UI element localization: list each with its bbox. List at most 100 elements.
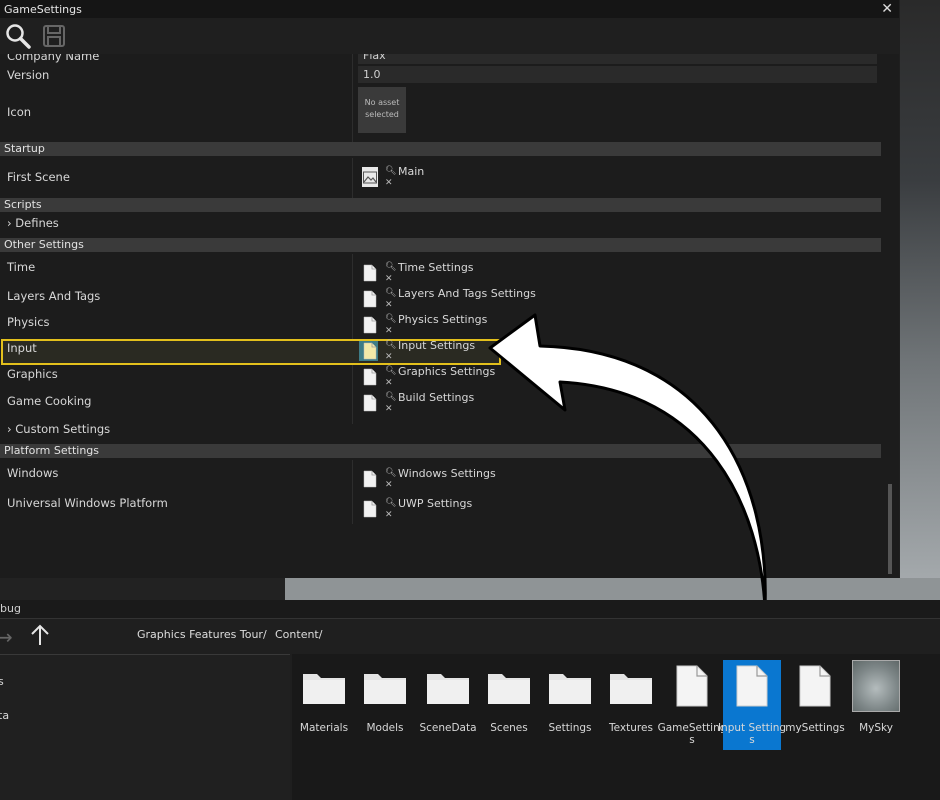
- item-name: Models: [366, 722, 404, 734]
- tree-item[interactable]: s: [0, 675, 4, 688]
- item-thumbnail: [300, 662, 348, 710]
- chevron-right-icon: ›: [7, 422, 12, 436]
- version-field[interactable]: 1.0: [358, 66, 877, 83]
- close-icon[interactable]: ✕: [881, 1, 893, 17]
- content-item-settings[interactable]: Settings: [541, 660, 599, 750]
- section-scripts[interactable]: Scripts: [0, 198, 881, 212]
- find-icon[interactable]: 🔍︎: [385, 263, 396, 272]
- item-name: Settings: [548, 722, 592, 734]
- tree-item[interactable]: ta: [0, 709, 9, 722]
- find-icon[interactable]: 🔍︎: [385, 315, 396, 324]
- setting-label-graphics: Graphics: [7, 367, 58, 381]
- folder-icon: [488, 674, 530, 704]
- chevron-right-icon: ›: [7, 216, 12, 230]
- clear-icon[interactable]: ✕: [385, 327, 393, 336]
- content-item-gamesettings[interactable]: GameSettings: [658, 660, 726, 750]
- version-label: Version: [7, 68, 50, 82]
- company-name-row: Company Name Flax: [0, 54, 880, 64]
- vertical-scrollbar[interactable]: [887, 54, 893, 578]
- viewport-strip: [0, 578, 285, 600]
- setting-label-game-cooking: Game Cooking: [7, 394, 92, 408]
- first-scene-row: First Scene: [0, 168, 880, 186]
- platform-value[interactable]: UWP Settings: [398, 497, 472, 510]
- item-name: Input Settings: [717, 722, 787, 746]
- company-name-field[interactable]: Flax: [358, 54, 877, 64]
- setting-label-input: Input: [7, 341, 37, 355]
- item-thumbnail: [424, 662, 472, 710]
- clear-icon[interactable]: ✕: [385, 353, 393, 362]
- file-icon: [363, 290, 377, 308]
- file-icon: [363, 264, 377, 282]
- column-separator: [352, 460, 353, 524]
- item-thumbnail: [361, 662, 409, 710]
- clear-icon[interactable]: ✕: [385, 405, 393, 414]
- item-thumbnail: [791, 662, 839, 710]
- file-icon: [363, 470, 377, 488]
- section-startup[interactable]: Startup: [0, 142, 881, 156]
- content-item-scenedata[interactable]: SceneData: [419, 660, 477, 750]
- clear-icon[interactable]: ✕: [385, 179, 393, 188]
- item-thumbnail: [485, 662, 533, 710]
- setting-label-time: Time: [7, 260, 36, 274]
- icon-asset-picker[interactable]: No asset selected: [358, 87, 406, 133]
- content-item-input-settings[interactable]: Input Settings: [718, 660, 786, 750]
- clear-icon[interactable]: ✕: [385, 301, 393, 310]
- content-item-mysky[interactable]: MySky: [847, 660, 905, 750]
- item-name: Materials: [299, 722, 349, 734]
- file-icon: [363, 316, 377, 334]
- find-icon[interactable]: 🔍︎: [385, 341, 396, 350]
- platform-label: Universal Windows Platform: [7, 496, 168, 510]
- version-row: Version 1.0: [0, 66, 880, 84]
- setting-label-physics: Physics: [7, 315, 50, 329]
- up-arrow-icon[interactable]: [30, 623, 50, 651]
- content-item-models[interactable]: Models: [356, 660, 414, 750]
- save-icon[interactable]: [40, 22, 68, 50]
- setting-value-time[interactable]: Time Settings: [398, 261, 474, 274]
- file-icon: [363, 394, 377, 412]
- find-icon[interactable]: 🔍︎: [385, 289, 396, 298]
- sky-thumbnail: [852, 660, 900, 712]
- first-scene-value[interactable]: Main: [398, 165, 424, 178]
- content-item-materials[interactable]: Materials: [295, 660, 353, 750]
- content-item-textures[interactable]: Textures: [602, 660, 660, 750]
- find-icon[interactable]: 🔍︎: [385, 469, 396, 478]
- clear-icon[interactable]: ✕: [385, 481, 393, 490]
- item-name: SceneData: [419, 722, 477, 734]
- search-icon[interactable]: [4, 22, 32, 50]
- content-item-mysettings[interactable]: mySettings: [785, 660, 845, 750]
- find-icon[interactable]: 🔍︎: [385, 367, 396, 376]
- setting-value-game-cooking[interactable]: Build Settings: [398, 391, 474, 404]
- scrollbar-thumb[interactable]: [888, 484, 892, 574]
- forward-arrow-icon[interactable]: →: [0, 625, 13, 649]
- scene-viewport: [900, 0, 940, 600]
- setting-value-input[interactable]: Input Settings: [398, 339, 475, 352]
- toolbar: [0, 18, 899, 54]
- clear-icon[interactable]: ✕: [385, 275, 393, 284]
- find-icon[interactable]: 🔍︎: [385, 393, 396, 402]
- no-asset-text: No asset selected: [364, 98, 400, 119]
- content-tree: s ta: [0, 654, 290, 800]
- content-item-scenes[interactable]: Scenes: [480, 660, 538, 750]
- debug-tab[interactable]: bug: [0, 602, 21, 615]
- platform-label: Windows: [7, 466, 59, 480]
- clear-icon[interactable]: ✕: [385, 379, 393, 388]
- item-name: Scenes: [490, 722, 528, 734]
- section-other-settings[interactable]: Other Settings: [0, 238, 881, 252]
- find-icon[interactable]: 🔍︎: [385, 499, 396, 508]
- clear-icon[interactable]: ✕: [385, 511, 393, 520]
- breadcrumb-1[interactable]: Content/: [275, 628, 322, 641]
- item-thumbnail: [607, 662, 655, 710]
- company-name-label: Company Name: [7, 54, 100, 63]
- file-icon: [676, 665, 708, 707]
- find-icon[interactable]: 🔍︎: [385, 167, 396, 176]
- item-thumbnail: [728, 662, 776, 710]
- item-name: MySky: [859, 722, 893, 734]
- scene-thumbnail-icon: [362, 167, 378, 187]
- folder-icon: [549, 674, 591, 704]
- breadcrumb-0[interactable]: Graphics Features Tour/: [137, 628, 267, 641]
- folder-icon: [610, 674, 652, 704]
- window-title: GameSettings: [4, 2, 82, 16]
- icon-label: Icon: [7, 105, 32, 119]
- setting-value-layers-and-tags[interactable]: Layers And Tags Settings: [398, 287, 536, 300]
- defines-row[interactable]: › Defines: [0, 214, 880, 232]
